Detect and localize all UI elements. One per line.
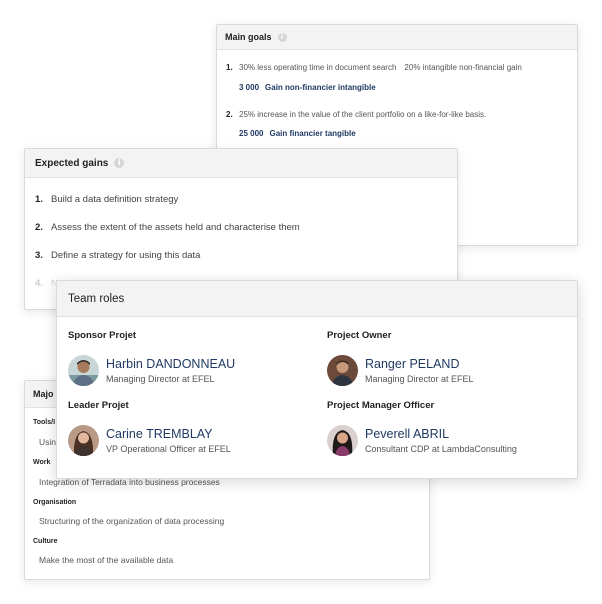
list-item: 4. N [35, 278, 58, 289]
person-title: Consultant CDP at LambdaConsulting [365, 444, 517, 454]
person-name: Carine TREMBLAY [106, 427, 213, 441]
team-roles-header: Team roles [57, 281, 577, 317]
person-name: Peverell ABRIL [365, 427, 450, 441]
team-member[interactable]: Peverell ABRIL Consultant CDP at LambdaC… [327, 425, 517, 456]
role-label: Leader Projet [68, 400, 129, 411]
list-item: 2. Assess the extent of the assets held a… [35, 222, 300, 233]
avatar [327, 425, 358, 456]
list-item: 1. Build a data definition strategy [35, 194, 178, 205]
list-item: 3. Define a strategy for using this data [35, 250, 200, 261]
major-category: Organisation [33, 499, 77, 506]
avatar [68, 355, 99, 386]
person-name: Ranger PELAND [365, 357, 460, 371]
role-label: Project Owner [327, 330, 392, 341]
gain-label: Gain non-financier intangible [265, 83, 376, 92]
item-number: 3. [35, 250, 43, 261]
major-category: Work [33, 459, 51, 466]
avatar [327, 355, 358, 386]
major-text: Structuring of the organization of data … [39, 516, 225, 526]
person-name: Harbin DANDONNEAU [106, 357, 236, 371]
major-category: Culture [33, 538, 58, 545]
team-member[interactable]: Ranger PELAND Managing Director at EFEL [327, 355, 474, 386]
goal-number: 1. [226, 63, 233, 72]
team-roles-title: Team roles [68, 292, 125, 305]
item-number: 1. [35, 194, 43, 205]
role-label: Project Manager Officer [327, 400, 435, 411]
main-goals-header: Main goals i [217, 25, 577, 50]
major-text: Make the most of the available data [39, 555, 174, 565]
goal-gain: 3 000 Gain non-financier intangible [239, 83, 376, 92]
goal-text: 30% less operating time in document sear… [239, 63, 397, 72]
info-icon[interactable]: i [114, 158, 125, 168]
major-category: Tools/I [33, 419, 56, 426]
major-text: Usin [39, 437, 57, 447]
item-text: Assess the extent of the assets held and… [51, 222, 300, 233]
team-member[interactable]: Carine TREMBLAY VP Operational Officer a… [68, 425, 231, 456]
expected-gains-header: Expected gains i [25, 149, 457, 178]
person-title: VP Operational Officer at EFEL [106, 444, 231, 454]
item-number: 4. [35, 278, 43, 289]
goal-item: 1. 30% less operating time in document se… [226, 63, 522, 72]
gain-value: 25 000 [239, 129, 264, 138]
avatar [68, 425, 99, 456]
main-goals-title: Main goals [225, 32, 272, 42]
major-title: Majo [33, 389, 54, 399]
role-label: Sponsor Projet [68, 330, 137, 341]
person-title: Managing Director at EFEL [106, 374, 215, 384]
expected-gains-title: Expected gains [35, 157, 109, 169]
goal-text-secondary: 20% intangible non-financial gain [404, 63, 522, 72]
gain-value: 3 000 [239, 83, 260, 92]
goal-item: 2. 25% increase in the value of the clien… [226, 110, 486, 119]
gain-label: Gain financier tangible [269, 129, 356, 138]
item-text: Define a strategy for using this data [51, 250, 201, 261]
team-roles-card: Team roles Sponsor Projet Harbin DANDONN… [56, 280, 578, 479]
goal-text: 25% increase in the value of the client … [239, 110, 487, 119]
team-member[interactable]: Harbin DANDONNEAU Managing Director at E… [68, 355, 235, 386]
person-title: Managing Director at EFEL [365, 374, 474, 384]
info-icon[interactable]: i [277, 32, 287, 42]
goal-number: 2. [226, 110, 233, 119]
goal-gain: 25 000 Gain financier tangible [239, 129, 356, 138]
item-number: 2. [35, 222, 43, 233]
item-text: Build a data definition strategy [51, 194, 179, 205]
